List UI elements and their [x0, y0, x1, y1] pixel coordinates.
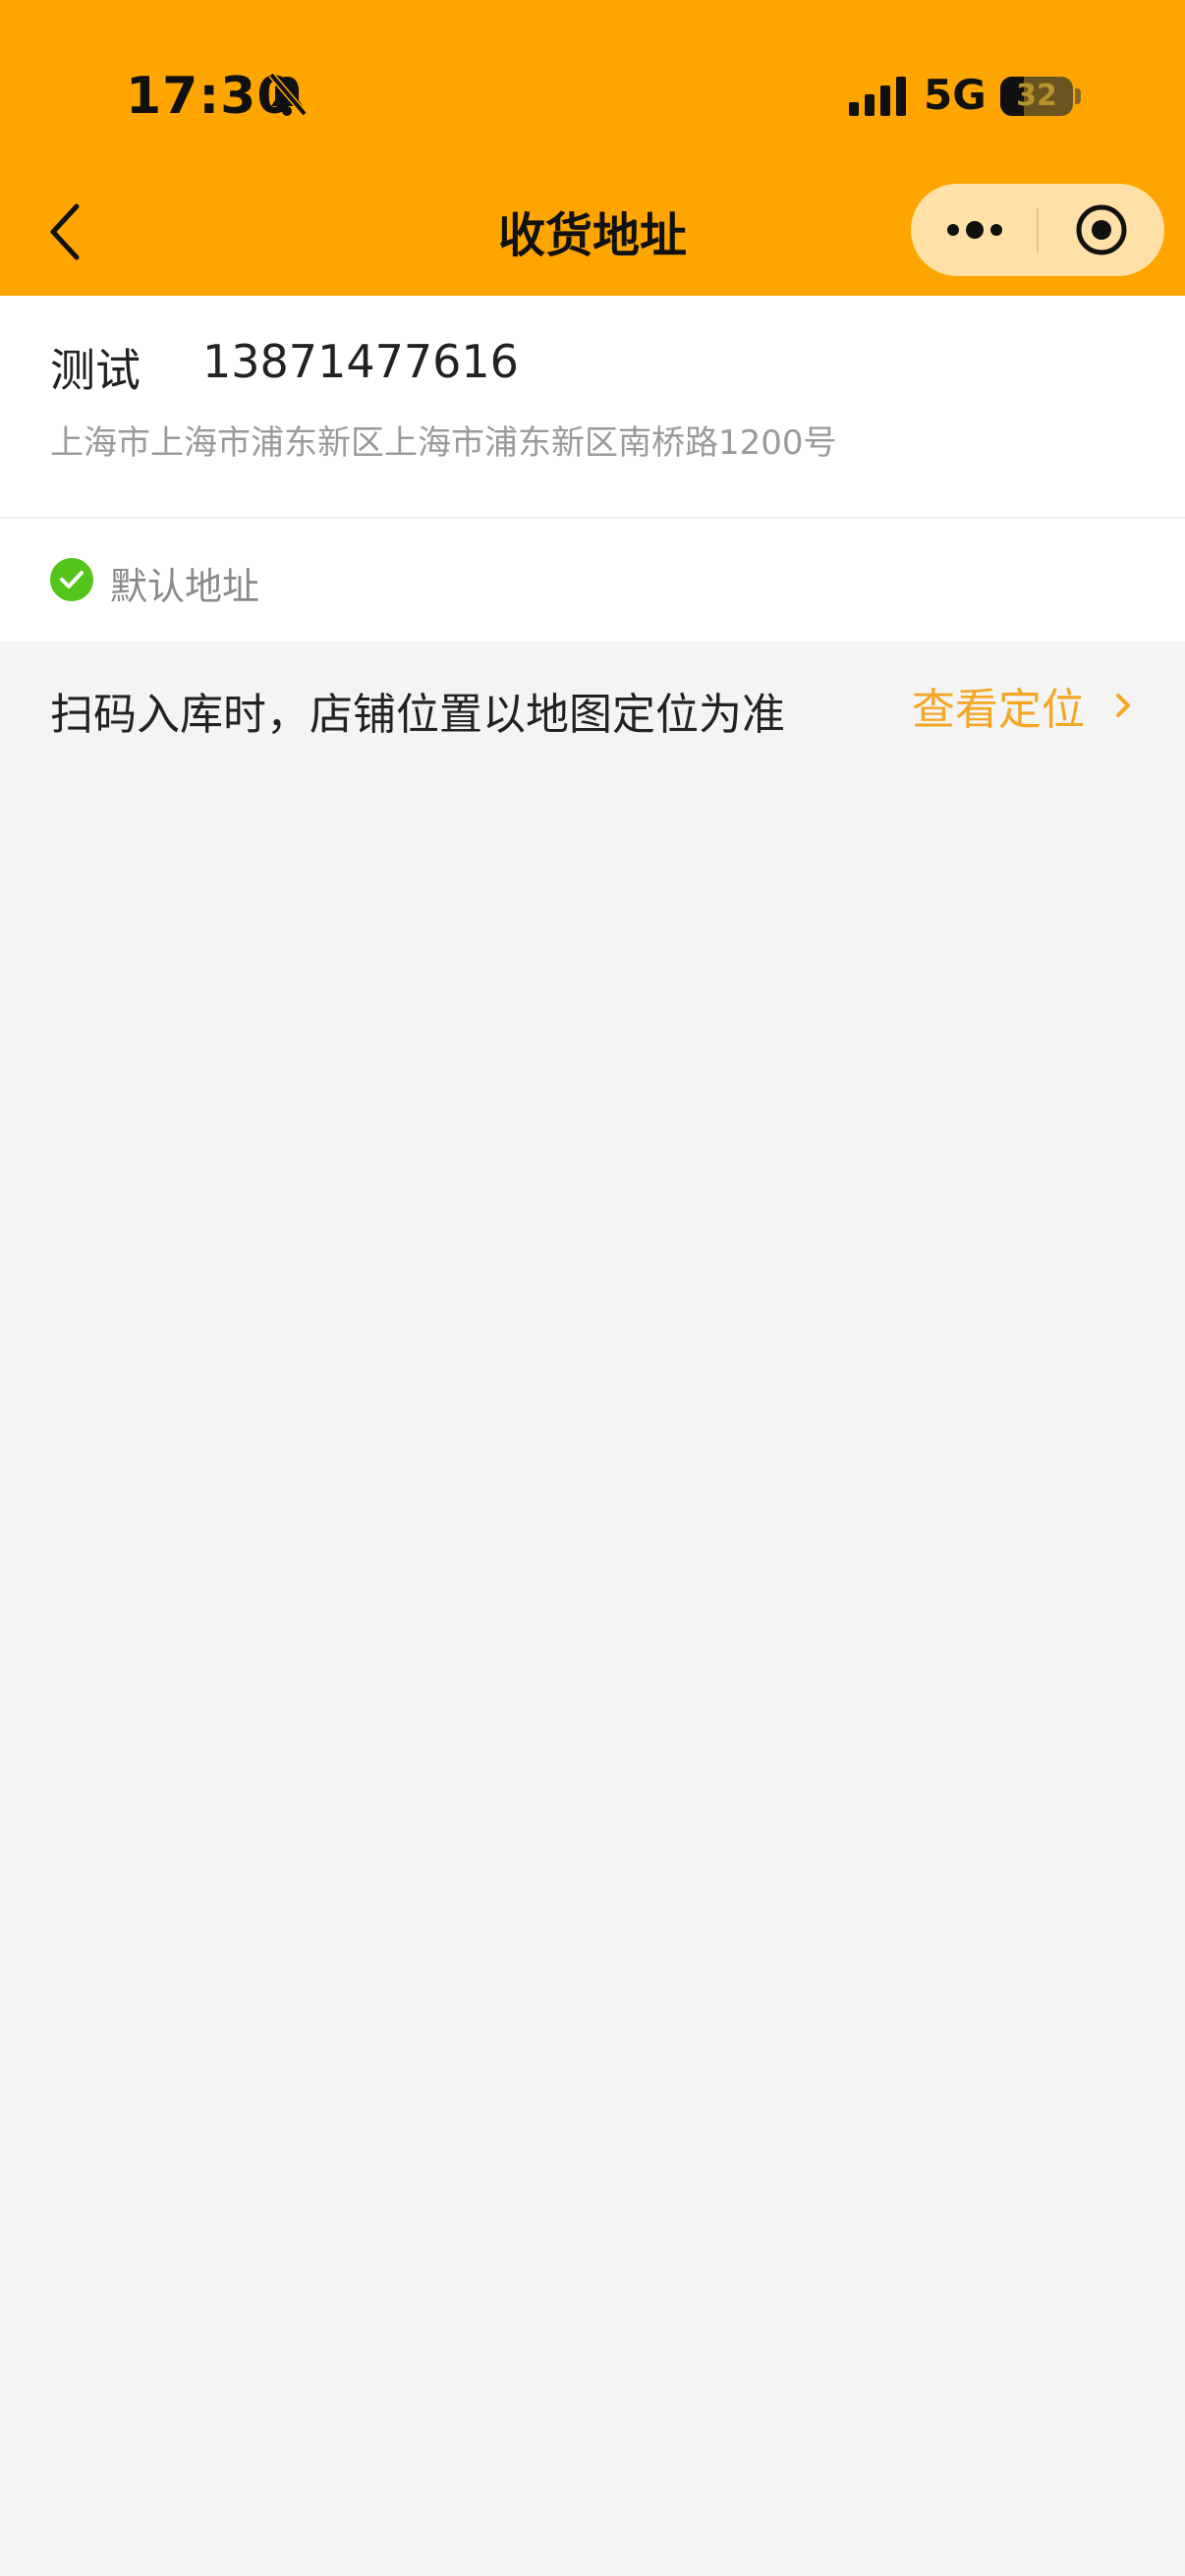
battery-nub: [1075, 88, 1081, 104]
location-tip-row: 扫码入库时，店铺位置以地图定位为准 查看定位: [0, 642, 1185, 769]
view-location-label: 查看定位: [912, 685, 1085, 735]
contact-name: 测试: [50, 344, 141, 397]
signal-icon: [849, 77, 906, 116]
address-card[interactable]: 测试 13871477616 上海市上海市浦东新区上海市浦东新区南桥路1200号: [0, 296, 1185, 519]
check-circle-icon[interactable]: [50, 558, 93, 601]
capsule-menu: [911, 184, 1164, 276]
battery-icon: 32: [1000, 77, 1073, 116]
default-address-label: 默认地址: [110, 565, 260, 608]
view-location-link[interactable]: 查看定位: [912, 671, 1138, 740]
chevron-right-icon: [1116, 694, 1130, 717]
default-address-row[interactable]: 默认地址: [0, 519, 1185, 642]
close-target-icon[interactable]: [1039, 184, 1164, 276]
bell-slash-icon: [268, 72, 308, 117]
battery-level: 32: [1016, 79, 1057, 113]
network-label: 5G: [924, 71, 987, 119]
back-icon[interactable]: [39, 193, 98, 271]
header: 17:30 5G 32 收货地址: [0, 0, 1185, 296]
more-icon[interactable]: [911, 184, 1037, 276]
address-detail: 上海市上海市浦东新区上海市浦东新区南桥路1200号: [50, 423, 837, 463]
contact-phone: 13871477616: [202, 335, 519, 388]
location-tip-text: 扫码入库时，店铺位置以地图定位为准: [50, 690, 785, 740]
